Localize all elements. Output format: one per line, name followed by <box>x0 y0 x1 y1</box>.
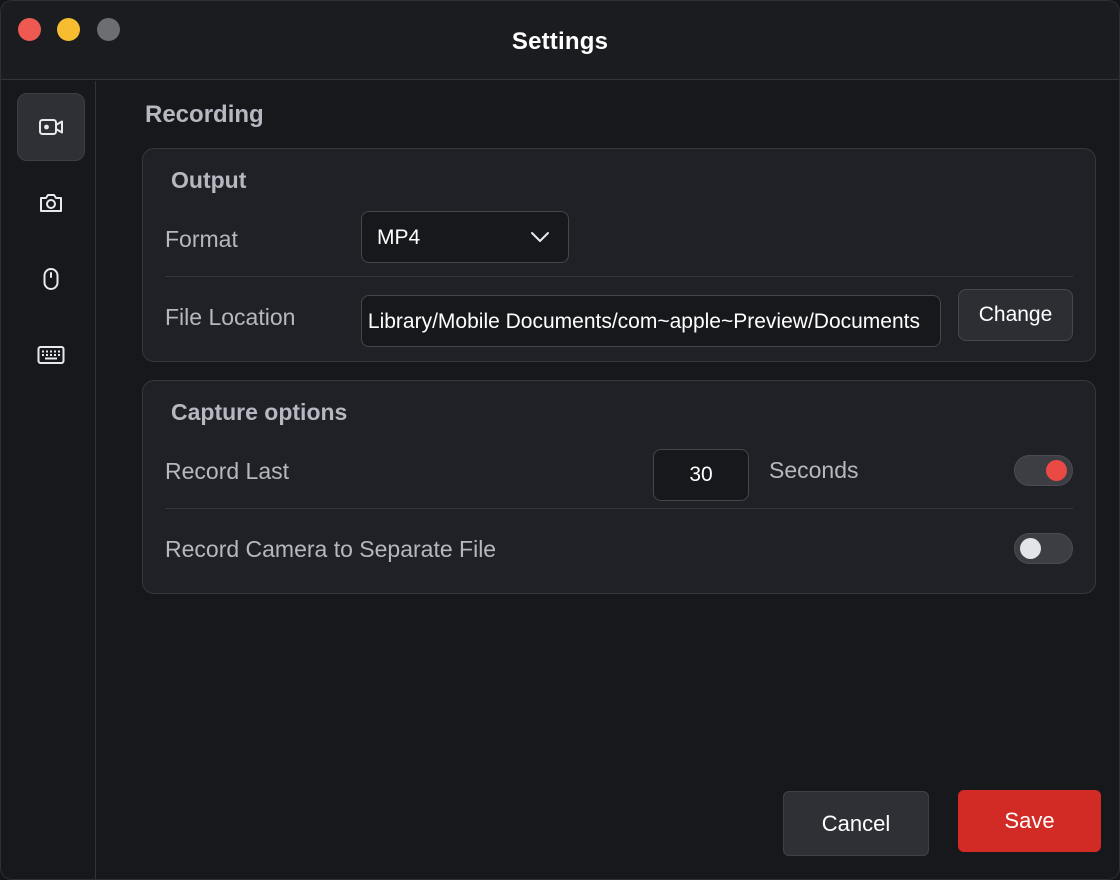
title-bar: Settings <box>1 1 1119 80</box>
sidebar-item-mouse[interactable] <box>17 245 85 313</box>
format-select[interactable]: MP4 <box>361 211 569 263</box>
toggle-knob <box>1020 538 1041 559</box>
capture-divider <box>165 508 1073 509</box>
settings-content: Recording Output Format MP4 File Locatio… <box>97 81 1119 879</box>
format-label: Format <box>165 226 238 252</box>
keyboard-icon <box>37 346 65 364</box>
chevron-down-icon <box>531 232 549 242</box>
window-title: Settings <box>511 28 609 55</box>
sidebar-item-keyboard[interactable] <box>17 321 85 389</box>
sidebar-item-screenshot[interactable] <box>17 169 85 237</box>
output-card-title: Output <box>171 167 247 193</box>
record-last-seconds-input[interactable]: 30 <box>653 449 749 501</box>
record-last-toggle[interactable] <box>1014 455 1073 486</box>
record-camera-toggle[interactable] <box>1014 533 1073 564</box>
camera-icon <box>40 194 62 212</box>
settings-window: Settings Recording Output Format MP4 Fil… <box>0 0 1120 880</box>
file-location-label: File Location <box>165 304 296 330</box>
capture-options-card: Capture options Record Last 30 Seconds R… <box>142 380 1096 594</box>
section-title: Recording <box>145 101 264 128</box>
save-button[interactable]: Save <box>958 790 1101 852</box>
file-location-field[interactable]: Library/Mobile Documents/com~apple~Previ… <box>361 295 941 347</box>
file-location-value: Library/Mobile Documents/com~apple~Previ… <box>367 310 920 333</box>
cancel-button[interactable]: Cancel <box>783 791 929 856</box>
toggle-knob <box>1046 460 1067 481</box>
record-camera-label: Record Camera to Separate File <box>165 536 497 562</box>
format-select-value: MP4 <box>377 226 421 249</box>
sidebar <box>1 81 96 879</box>
output-card: Output Format MP4 File Location Library/… <box>142 148 1096 362</box>
output-divider <box>165 276 1073 277</box>
sidebar-item-recording[interactable] <box>17 93 85 161</box>
change-location-button[interactable]: Change <box>958 289 1073 341</box>
video-camera-icon <box>39 119 63 135</box>
record-last-label: Record Last <box>165 458 290 484</box>
seconds-label: Seconds <box>769 457 859 483</box>
mouse-icon <box>43 268 59 290</box>
capture-card-title: Capture options <box>171 399 348 425</box>
